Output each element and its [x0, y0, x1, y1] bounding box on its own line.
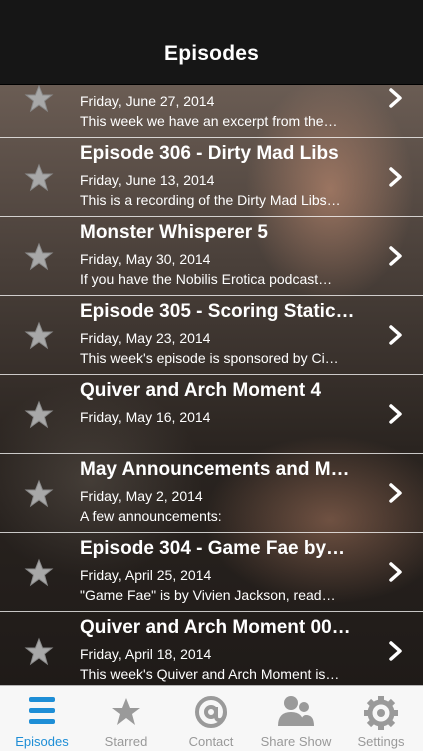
tab-episodes[interactable]: Episodes [0, 686, 84, 751]
at-sign-icon [191, 694, 231, 730]
tab-settings[interactable]: Settings [339, 686, 423, 751]
chevron-right-icon[interactable] [388, 482, 404, 504]
star-icon[interactable] [24, 321, 54, 351]
episode-date: Friday, May 23, 2014 [80, 330, 211, 346]
episode-date: Friday, June 27, 2014 [80, 93, 215, 109]
chevron-right-icon[interactable] [388, 87, 404, 109]
chevron-right-icon[interactable] [388, 640, 404, 662]
people-icon [276, 694, 316, 730]
star-icon[interactable] [24, 637, 54, 667]
navigation-bar: Episodes [0, 0, 423, 85]
episode-date: Friday, May 16, 2014 [80, 409, 211, 425]
episode-description: This week's episode is sponsored by Ci… [80, 350, 339, 366]
page-title: Episodes [164, 42, 259, 65]
episode-row[interactable]: Quiver and Arch Moment 4 Friday, May 16, … [0, 375, 423, 454]
star-icon[interactable] [24, 400, 54, 430]
star-icon[interactable] [24, 558, 54, 588]
episode-title: Episode 305 - Scoring Static… [80, 301, 355, 322]
episode-title: Quiver and Arch Moment 00… [80, 617, 351, 638]
episode-title: May Announcements and M… [80, 459, 350, 480]
star-icon [106, 694, 146, 730]
chevron-right-icon[interactable] [388, 166, 404, 188]
list-icon [22, 694, 62, 730]
tab-label: Starred [104, 734, 148, 749]
tab-contact[interactable]: Contact [169, 686, 253, 751]
episode-description: This week we have an excerpt from the… [80, 113, 338, 129]
episode-description: If you have the Nobilis Erotica podcast… [80, 271, 333, 287]
gear-icon [361, 694, 401, 730]
tab-label: Contact [188, 734, 234, 749]
chevron-right-icon[interactable] [388, 324, 404, 346]
episode-date: Friday, June 13, 2014 [80, 172, 215, 188]
episode-row[interactable]: Monster Whisperer 5 Friday, May 30, 2014 I… [0, 217, 423, 296]
episode-row[interactable]: Episode 306 - Dirty Mad Libs Friday, June… [0, 138, 423, 217]
chevron-right-icon[interactable] [388, 561, 404, 583]
tab-label: Episodes [15, 734, 69, 749]
chevron-right-icon[interactable] [388, 245, 404, 267]
episode-title: Episode 306 - Dirty Mad Libs [80, 143, 339, 164]
star-icon[interactable] [24, 242, 54, 272]
episode-title: Monster Whisperer 5 [80, 222, 268, 243]
star-icon[interactable] [24, 479, 54, 509]
episode-description: "Game Fae" is by Vivien Jackson, read… [80, 587, 336, 603]
episode-list[interactable]: Friday, June 27, 2014 This week we have a… [0, 84, 423, 685]
chevron-right-icon[interactable] [388, 403, 404, 425]
episode-date: Friday, May 30, 2014 [80, 251, 211, 267]
episode-title: Quiver and Arch Moment 4 [80, 380, 322, 401]
star-icon[interactable] [24, 163, 54, 193]
episode-row[interactable]: Episode 305 - Scoring Static… Friday, May… [0, 296, 423, 375]
tab-starred[interactable]: Starred [84, 686, 168, 751]
star-icon[interactable] [24, 84, 54, 114]
tab-bar: Episodes Starred Contact Share Show Sett… [0, 685, 423, 751]
tab-label: Settings [357, 734, 405, 749]
episode-row[interactable]: Friday, June 27, 2014 This week we have a… [0, 84, 423, 138]
tab-label: Share Show [260, 734, 332, 749]
episode-row[interactable]: Quiver and Arch Moment 00… Friday, April … [0, 612, 423, 685]
tab-share-show[interactable]: Share Show [254, 686, 338, 751]
episode-description: This week's Quiver and Arch Moment is… [80, 666, 340, 682]
episode-date: Friday, April 18, 2014 [80, 646, 212, 662]
episode-description: A few announcements: [80, 508, 222, 524]
episode-row[interactable]: Episode 304 - Game Fae by… Friday, April … [0, 533, 423, 612]
episode-title: Episode 304 - Game Fae by… [80, 538, 346, 559]
episode-description: This is a recording of the Dirty Mad Lib… [80, 192, 341, 208]
episode-date: Friday, April 25, 2014 [80, 567, 212, 583]
episode-date: Friday, May 2, 2014 [80, 488, 203, 504]
episode-row[interactable]: May Announcements and M… Friday, May 2, 2… [0, 454, 423, 533]
